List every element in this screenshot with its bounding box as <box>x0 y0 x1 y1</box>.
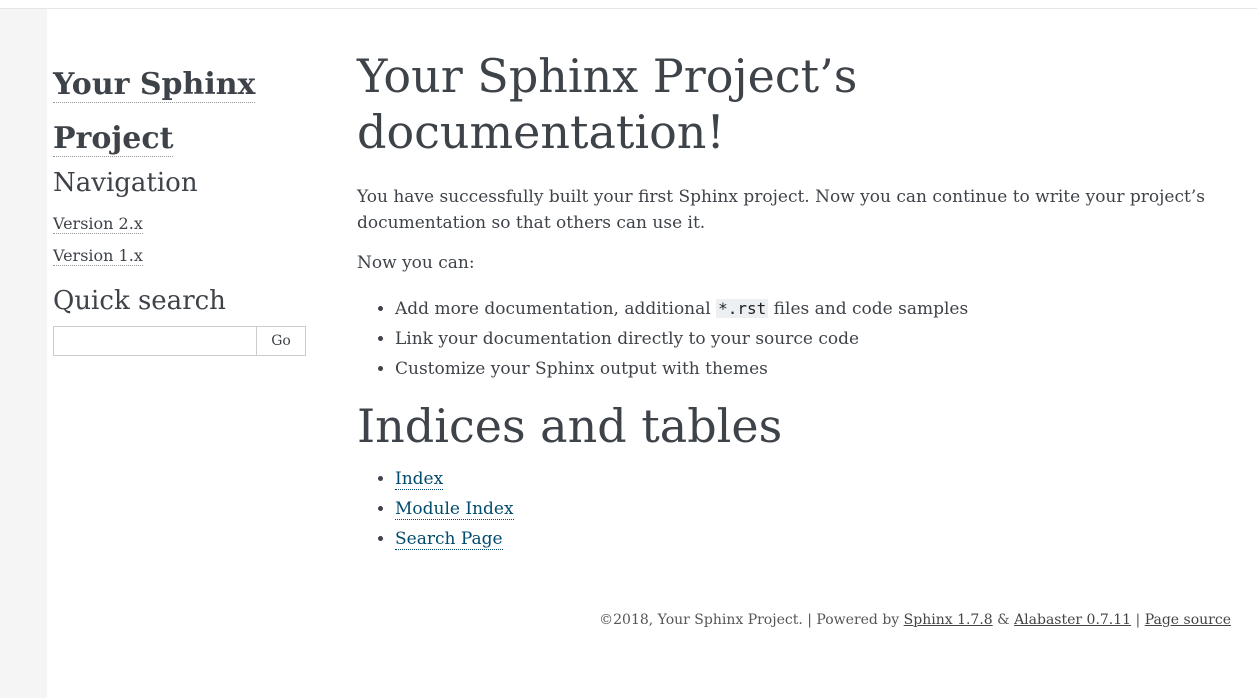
navigation-list: Version 2.x Version 1.x <box>53 208 308 272</box>
search-input[interactable] <box>53 326 256 356</box>
project-logo-link-line2[interactable]: Project <box>53 121 174 157</box>
list-item: Customize your Sphinx output with themes <box>395 354 1217 384</box>
list-item-text: Add more documentation, additional <box>395 299 717 319</box>
quick-search-heading: Quick search <box>53 286 226 316</box>
nav-link-version-1[interactable]: Version 1.x <box>53 246 143 266</box>
intro-paragraph: You have successfully built your first S… <box>357 187 1205 233</box>
top-border <box>0 0 1257 9</box>
project-logo-link-line1[interactable]: Your Sphinx <box>53 67 256 103</box>
page-source-link[interactable]: Page source <box>1145 612 1231 628</box>
now-you-can-text: Now you can: <box>357 253 475 273</box>
indices-heading: Indices and tables <box>357 399 783 453</box>
nav-item: Version 2.x <box>53 208 308 240</box>
page-title-line1: Your Sphinx Project’s <box>357 49 858 103</box>
sphinx-link[interactable]: Sphinx 1.7.8 <box>904 612 993 628</box>
navigation-heading: Navigation <box>53 168 198 198</box>
sidebar: Your Sphinx Project Navigation Version 2… <box>53 58 308 356</box>
todo-list: Add more documentation, additional *.rst… <box>357 294 1217 384</box>
alabaster-link[interactable]: Alabaster 0.7.11 <box>1014 612 1131 628</box>
module-index-link[interactable]: Module Index <box>395 499 514 520</box>
search-go-button[interactable]: Go <box>256 326 306 356</box>
search-form: Go <box>53 326 306 356</box>
project-logo: Your Sphinx Project <box>53 58 308 166</box>
main-content: Your Sphinx Project’s documentation! You… <box>357 48 1217 554</box>
page-title: Your Sphinx Project’s documentation! <box>357 48 1217 160</box>
rst-code: *.rst <box>716 299 769 318</box>
left-margin-strip <box>0 9 47 698</box>
list-item: Module Index <box>395 494 1217 524</box>
list-item: Index <box>395 464 1217 494</box>
list-item: Add more documentation, additional *.rst… <box>395 294 1217 324</box>
page-title-line2: documentation! <box>357 105 725 159</box>
search-page-link[interactable]: Search Page <box>395 529 503 550</box>
footer: ©2018, Your Sphinx Project. | Powered by… <box>599 612 1231 628</box>
footer-separator: | <box>1131 612 1145 628</box>
footer-amp: & <box>992 612 1015 628</box>
list-item: Search Page <box>395 524 1217 554</box>
list-item: Link your documentation directly to your… <box>395 324 1217 354</box>
footer-copyright: ©2018, Your Sphinx Project. | Powered by <box>599 612 904 628</box>
indices-list: Index Module Index Search Page <box>357 464 1217 554</box>
nav-item: Version 1.x <box>53 240 308 272</box>
nav-link-version-2[interactable]: Version 2.x <box>53 214 143 234</box>
index-link[interactable]: Index <box>395 469 444 490</box>
list-item-text: files and code samples <box>768 299 969 319</box>
